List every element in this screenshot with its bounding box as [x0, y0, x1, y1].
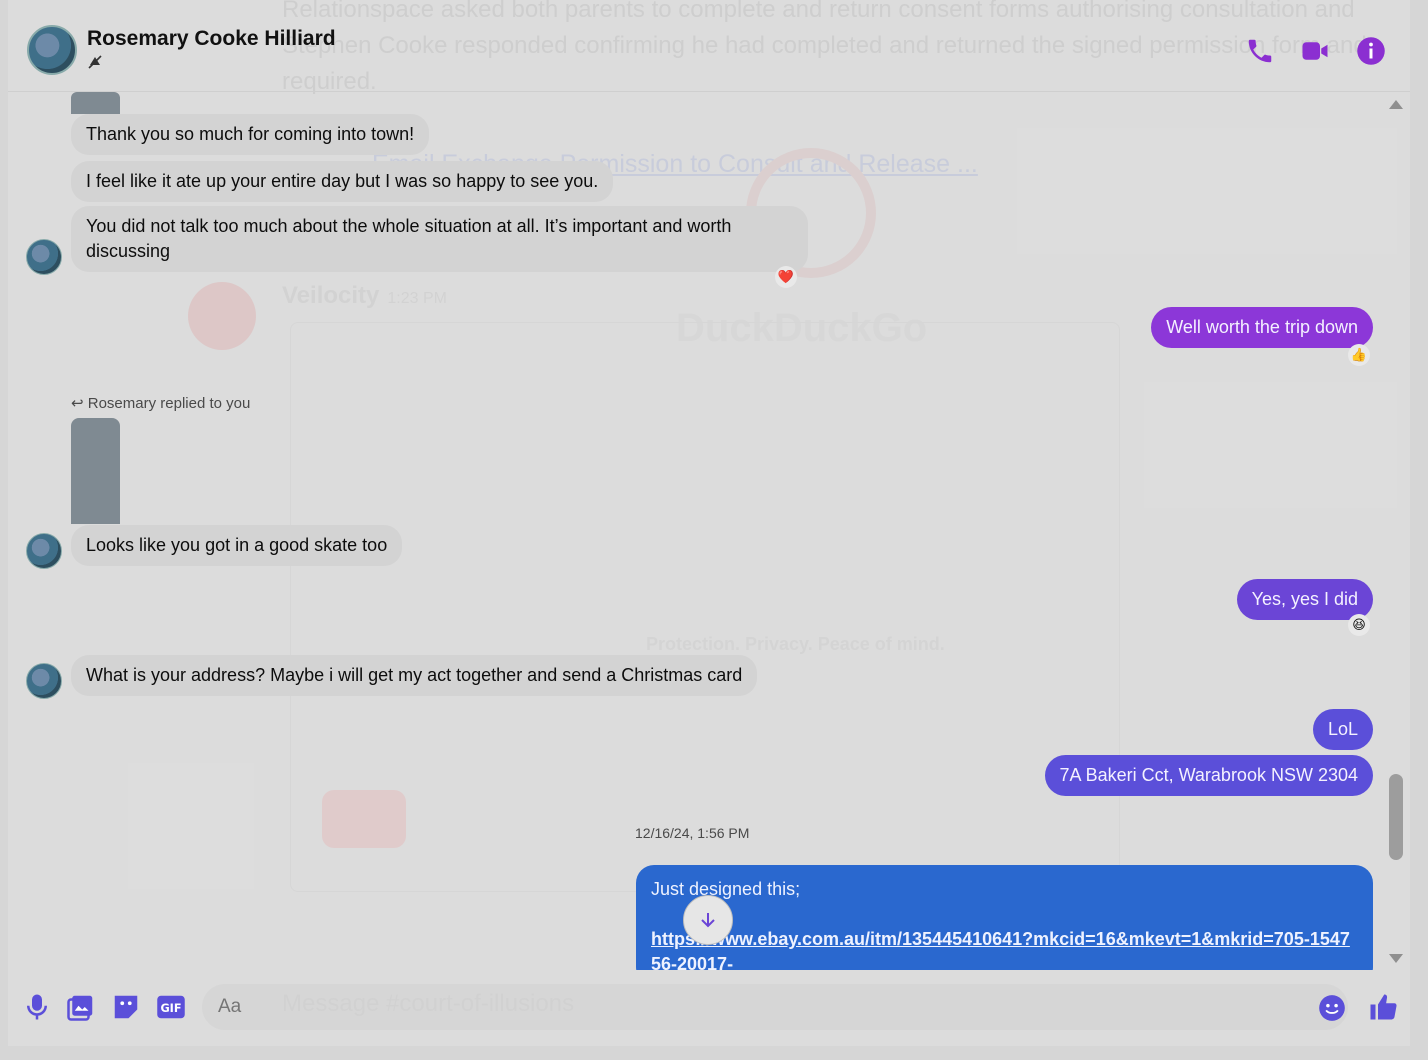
link-intro: Just designed this; [651, 879, 801, 899]
laughing-reaction-icon[interactable]: 😆 [1348, 614, 1370, 636]
reply-arrow-icon: ↩ [71, 395, 84, 412]
thumbs-up-reaction-icon[interactable]: 👍 [1348, 344, 1370, 366]
scrollbar-thumb[interactable] [1389, 774, 1403, 860]
contact-avatar[interactable] [26, 533, 62, 569]
message-outgoing: Yes, yes I did [1236, 579, 1373, 620]
image-thumbnail[interactable] [71, 92, 120, 114]
message-input-container[interactable] [202, 984, 1348, 1030]
arrow-down-icon [701, 912, 715, 928]
video-call-icon[interactable] [1300, 36, 1330, 66]
message-incoming: You did not talk too much about the whol… [71, 206, 808, 272]
ebay-link[interactable]: https://www.ebay.com.au/itm/135445410641… [651, 929, 1350, 970]
thumbs-up-icon[interactable] [1368, 992, 1398, 1022]
reply-label: Rosemary replied to you [87, 395, 251, 412]
message-incoming: What is your address? Maybe i will get m… [71, 655, 758, 696]
message-input[interactable] [218, 996, 1348, 1018]
scroll-to-bottom-button[interactable] [683, 895, 733, 945]
microphone-icon[interactable] [22, 992, 52, 1022]
message-outgoing: 7A Bakeri Cct, Warabrook NSW 2304 [1044, 755, 1373, 796]
message-outgoing: LoL [1312, 709, 1373, 750]
contact-avatar[interactable] [26, 663, 62, 699]
sticker-icon[interactable] [111, 992, 141, 1022]
message-timestamp: 12/16/24, 1:56 PM [635, 825, 750, 841]
emoji-icon[interactable] [1318, 994, 1346, 1022]
contact-avatar[interactable] [26, 239, 62, 275]
composer-bar: GIF [8, 970, 1410, 1046]
gif-icon[interactable]: GIF [156, 992, 186, 1022]
svg-text:GIF: GIF [160, 1002, 181, 1015]
message-incoming: Looks like you got in a good skate too [71, 525, 403, 566]
phone-call-icon[interactable] [1245, 36, 1275, 66]
chat-window: Rosemary Cooke Hilliard Thank you so muc… [8, 0, 1410, 1046]
scroll-up-arrow[interactable] [1389, 100, 1403, 109]
message-outgoing: Well worth the trip down [1151, 307, 1373, 348]
message-list: Thank you so much for coming into town! … [8, 92, 1410, 970]
scroll-down-arrow[interactable] [1389, 954, 1403, 963]
info-icon[interactable] [1356, 36, 1386, 66]
message-outgoing-link: Just designed this; https://www.ebay.com… [636, 865, 1373, 970]
contact-avatar[interactable] [27, 25, 77, 75]
heart-reaction-icon[interactable]: ❤️ [775, 266, 797, 288]
reply-indicator: ↩ Rosemary replied to you [71, 394, 250, 412]
photo-gallery-icon[interactable] [66, 992, 96, 1022]
contact-name[interactable]: Rosemary Cooke Hilliard [87, 27, 336, 51]
message-incoming: I feel like it ate up your entire day bu… [71, 161, 614, 202]
muted-bell-icon [88, 55, 102, 69]
message-incoming: Thank you so much for coming into town! [71, 114, 430, 155]
replied-image-thumbnail[interactable] [71, 418, 120, 524]
chat-header: Rosemary Cooke Hilliard [8, 0, 1410, 92]
